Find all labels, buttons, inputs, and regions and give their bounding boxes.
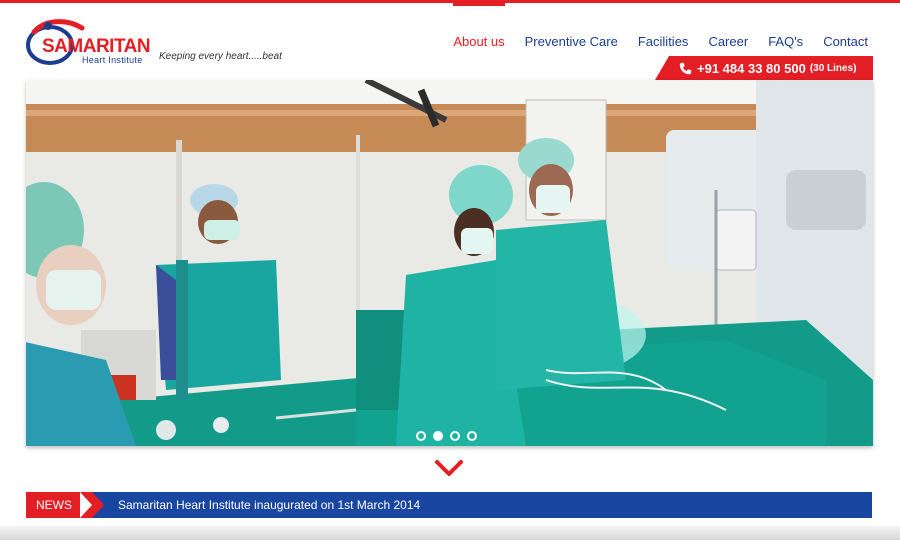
news-label-wrap: NEWS (26, 492, 104, 518)
news-ticker: NEWS Samaritan Heart Institute inaugurat… (26, 492, 872, 518)
news-headline[interactable]: Samaritan Heart Institute inaugurated on… (118, 498, 420, 512)
phone-banner[interactable]: +91 484 33 80 500 (30 Lines) (655, 56, 873, 80)
phone-icon (679, 62, 692, 75)
nav-item-faqs[interactable]: FAQ's (768, 34, 803, 49)
chevron-down-icon[interactable] (434, 459, 464, 479)
nav-item-career[interactable]: Career (708, 34, 748, 49)
nav-item-contact[interactable]: Contact (823, 34, 868, 49)
nav-item-facilities[interactable]: Facilities (638, 34, 689, 49)
nav-item-preventive-care[interactable]: Preventive Care (525, 34, 618, 49)
brand-subtitle: Heart Institute (82, 55, 143, 65)
slider-dot[interactable] (416, 431, 426, 441)
brand-tagline: Keeping every heart.....beat (159, 51, 282, 62)
site-logo[interactable]: SAMARITAN Heart Institute Keeping every … (26, 18, 286, 70)
top-accent-bar (0, 0, 900, 3)
nav-item-about-us[interactable]: About us (453, 0, 505, 49)
news-arrow-divider (80, 492, 92, 518)
hero-slider[interactable] (26, 80, 873, 446)
slider-dot[interactable] (467, 431, 477, 441)
phone-lines: (30 Lines) (809, 62, 857, 74)
operating-room-photo (26, 80, 873, 446)
main-nav: About us Preventive Care Facilities Care… (433, 0, 868, 49)
phone-number: +91 484 33 80 500 (697, 60, 806, 76)
slider-dot-active[interactable] (433, 431, 443, 441)
bottom-shadow-band (0, 526, 900, 540)
slider-dot[interactable] (450, 431, 460, 441)
slider-dots (416, 431, 477, 441)
